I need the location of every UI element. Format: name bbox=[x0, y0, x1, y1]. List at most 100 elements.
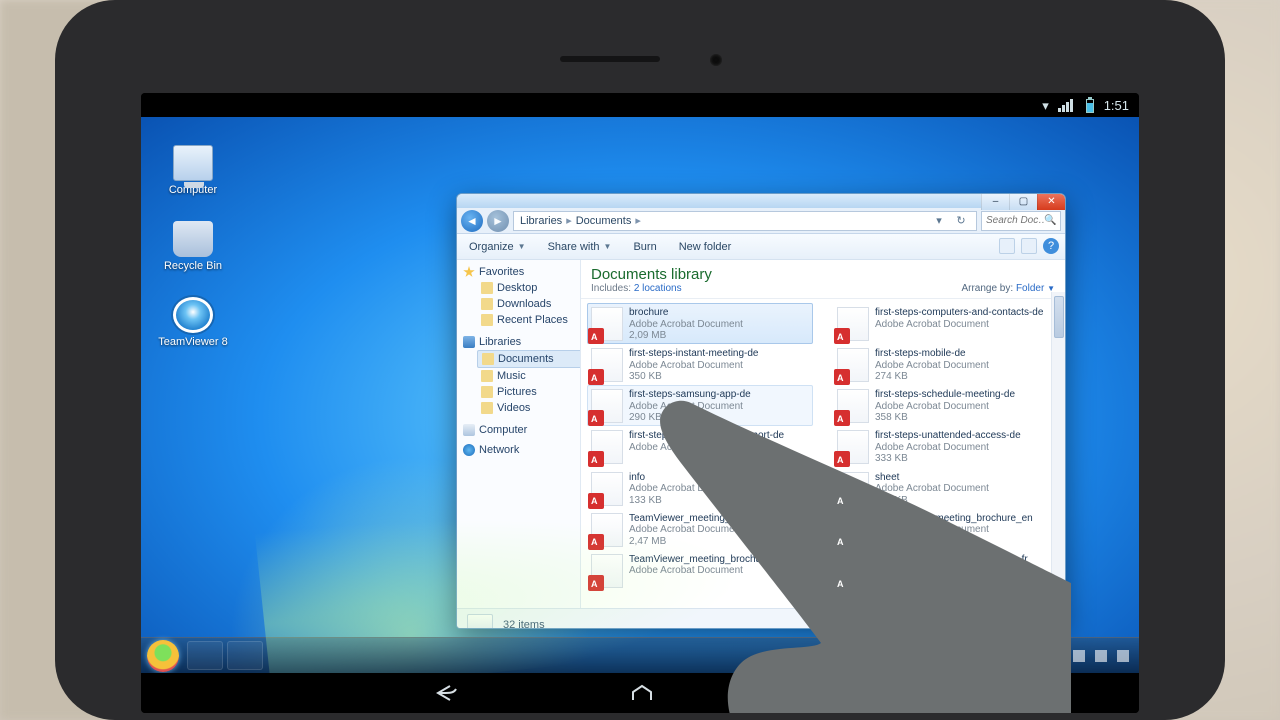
includes-link[interactable]: 2 locations bbox=[634, 283, 682, 294]
arrange-by[interactable]: Arrange by: Folder ▼ bbox=[961, 283, 1055, 294]
nav-back-button[interactable]: ◄ bbox=[461, 210, 483, 232]
file-item[interactable]: brochure Adobe Acrobat Document 2,09 MB bbox=[587, 303, 813, 344]
file-type: Adobe Acrobat Document bbox=[875, 565, 1028, 577]
file-size: 309 KB bbox=[875, 495, 989, 507]
vertical-scrollbar[interactable] bbox=[1051, 292, 1065, 582]
file-name: brochure bbox=[629, 307, 743, 319]
address-dropdown-button[interactable]: ▾ bbox=[930, 214, 948, 227]
file-item[interactable]: TeamViewer_meeting_brochure_en Adobe Acr… bbox=[833, 509, 1059, 550]
tablet-camera bbox=[710, 54, 722, 66]
file-name: TeamViewer_meeting_brochure_de bbox=[629, 513, 787, 525]
help-button[interactable]: ? bbox=[1043, 238, 1059, 254]
nav-item-desktop[interactable]: Desktop bbox=[481, 280, 580, 296]
status-time: 1:51 bbox=[1104, 98, 1129, 113]
nav-item-pictures[interactable]: Pictures bbox=[481, 384, 580, 400]
breadcrumb-item[interactable]: Libraries bbox=[520, 215, 562, 227]
file-item[interactable]: TeamViewer_meeting_brochure_fr Adobe Acr… bbox=[833, 550, 1059, 591]
file-item[interactable]: info Adobe Acrobat Document 133 KB bbox=[587, 468, 813, 509]
file-item[interactable]: first-steps-mobile-de Adobe Acrobat Docu… bbox=[833, 344, 1059, 385]
window-minimize-button[interactable]: – bbox=[981, 193, 1009, 210]
file-item[interactable]: first-steps-computers-and-contacts-de Ad… bbox=[833, 303, 1059, 344]
search-input[interactable] bbox=[986, 215, 1044, 226]
address-refresh-button[interactable]: ↻ bbox=[952, 214, 970, 227]
file-type: Adobe Acrobat Document bbox=[629, 442, 784, 454]
file-item[interactable]: TeamViewer_meeting_brochure_de Adobe Acr… bbox=[587, 509, 813, 550]
file-list[interactable]: brochure Adobe Acrobat Document 2,09 MB … bbox=[581, 299, 1065, 591]
nav-forward-button[interactable]: ► bbox=[487, 210, 509, 232]
file-type: Adobe Acrobat Document bbox=[629, 524, 787, 536]
chevron-down-icon: ▼ bbox=[604, 242, 612, 251]
search-box[interactable]: 🔍 bbox=[981, 211, 1061, 231]
content-header: Documents library Includes: 2 locations … bbox=[581, 260, 1065, 299]
nav-item-recent-places[interactable]: Recent Places bbox=[481, 312, 580, 328]
includes-label: Includes: bbox=[591, 283, 631, 294]
search-icon: 🔍 bbox=[1044, 215, 1056, 226]
windows-taskbar[interactable]: EN bbox=[141, 637, 1139, 673]
file-item[interactable]: first-steps-instant-meeting-de Adobe Acr… bbox=[587, 344, 813, 385]
recycle-bin-icon bbox=[173, 221, 213, 257]
favorites-header[interactable]: Favorites bbox=[479, 266, 524, 278]
taskbar-button-explorer[interactable] bbox=[187, 641, 223, 670]
pdf-icon bbox=[591, 307, 623, 341]
burn-button[interactable]: Burn bbox=[633, 241, 656, 253]
file-name: first-steps-unattended-access-de bbox=[875, 430, 1021, 442]
window-maximize-button[interactable]: ▢ bbox=[1009, 193, 1037, 210]
window-close-button[interactable]: ✕ bbox=[1037, 193, 1065, 210]
tray-volume-icon[interactable] bbox=[1117, 650, 1129, 662]
file-name: info bbox=[629, 472, 743, 484]
tablet-screen: ▾ 1:51 Computer Recycle Bin TeamViewer 8 bbox=[141, 93, 1139, 713]
tablet-speaker bbox=[560, 56, 660, 62]
libraries-icon bbox=[463, 336, 475, 348]
content-pane[interactable]: Documents library Includes: 2 locations … bbox=[581, 260, 1065, 608]
explorer-window[interactable]: – ▢ ✕ ◄ ► Libraries ▸ Documents ▸ ▾ bbox=[456, 193, 1066, 629]
organize-menu[interactable]: Organize▼ bbox=[469, 241, 526, 253]
window-titlebar[interactable]: – ▢ ✕ bbox=[457, 194, 1065, 208]
tray-flag-icon[interactable] bbox=[1073, 650, 1085, 662]
file-name: TeamViewer_meeting_brochure_fr bbox=[875, 554, 1028, 566]
breadcrumb[interactable]: Libraries ▸ Documents ▸ ▾ ↻ bbox=[513, 211, 977, 231]
tray-language[interactable]: EN bbox=[1048, 650, 1063, 662]
file-size: 2,47 MB bbox=[629, 536, 787, 548]
explorer-body: Favorites Desktop Downloads Recent Place… bbox=[457, 260, 1065, 608]
navigation-pane[interactable]: Favorites Desktop Downloads Recent Place… bbox=[457, 260, 581, 608]
scrollbar-thumb[interactable] bbox=[1054, 296, 1064, 338]
view-options-button[interactable] bbox=[999, 238, 1015, 254]
start-button[interactable] bbox=[147, 640, 179, 672]
file-item[interactable]: first-steps-spontaneous-support-de Adobe… bbox=[587, 426, 813, 467]
breadcrumb-item[interactable]: Documents bbox=[576, 215, 632, 227]
android-recent-button[interactable] bbox=[824, 683, 848, 703]
remote-desktop[interactable]: Computer Recycle Bin TeamViewer 8 – ▢ ✕ bbox=[141, 117, 1139, 673]
battery-icon bbox=[1086, 99, 1094, 113]
library-title: Documents library bbox=[591, 266, 712, 283]
new-folder-button[interactable]: New folder bbox=[679, 241, 732, 253]
nav-item-network[interactable]: Network bbox=[479, 444, 519, 456]
libraries-header[interactable]: Libraries bbox=[479, 336, 521, 348]
pdf-icon bbox=[837, 307, 869, 341]
nav-item-downloads[interactable]: Downloads bbox=[481, 296, 580, 312]
pdf-icon bbox=[837, 554, 869, 588]
file-item[interactable]: first-steps-unattended-access-de Adobe A… bbox=[833, 426, 1059, 467]
file-item[interactable]: first-steps-schedule-meeting-de Adobe Ac… bbox=[833, 385, 1059, 426]
desktop-icon-computer[interactable]: Computer bbox=[153, 145, 233, 196]
file-size: 2,63 MB bbox=[875, 536, 1033, 548]
teamviewer-icon bbox=[173, 297, 213, 333]
android-back-button[interactable] bbox=[432, 683, 460, 703]
android-home-button[interactable] bbox=[630, 683, 654, 703]
file-item[interactable]: TeamViewer_meeting_brochure_es Adobe Acr… bbox=[587, 550, 813, 591]
pdf-icon bbox=[591, 472, 623, 506]
desktop-icon-teamviewer[interactable]: TeamViewer 8 bbox=[153, 297, 233, 348]
file-item[interactable]: sheet Adobe Acrobat Document 309 KB bbox=[833, 468, 1059, 509]
nav-item-videos[interactable]: Videos bbox=[481, 400, 580, 416]
desktop-icon-recycle-bin[interactable]: Recycle Bin bbox=[153, 221, 233, 272]
computer-icon bbox=[463, 424, 475, 436]
nav-item-documents[interactable]: Documents bbox=[477, 350, 580, 368]
pdf-icon bbox=[837, 348, 869, 382]
taskbar-button-teamviewer[interactable] bbox=[227, 641, 263, 670]
preview-pane-button[interactable] bbox=[1021, 238, 1037, 254]
system-tray[interactable]: EN bbox=[1048, 638, 1133, 673]
tray-network-icon[interactable] bbox=[1095, 650, 1107, 662]
nav-item-music[interactable]: Music bbox=[481, 368, 580, 384]
share-with-menu[interactable]: Share with▼ bbox=[548, 241, 612, 253]
file-item[interactable]: first-steps-samsung-app-de Adobe Acrobat… bbox=[587, 385, 813, 426]
nav-item-computer[interactable]: Computer bbox=[479, 424, 527, 436]
